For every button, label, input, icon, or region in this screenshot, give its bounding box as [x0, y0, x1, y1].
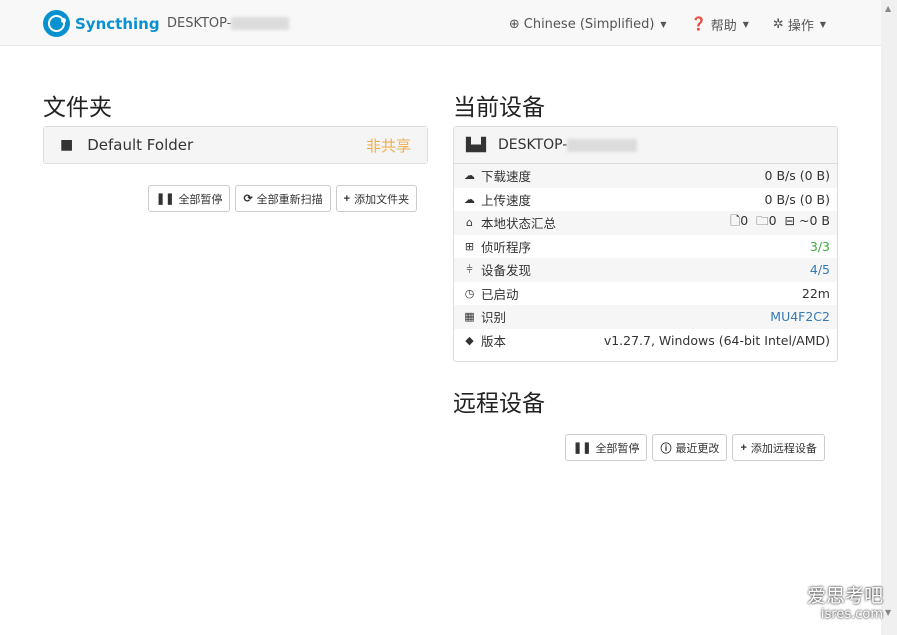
recent-changes-button[interactable]: ⓘ 最近更改	[652, 434, 728, 461]
plus-icon: +	[740, 441, 747, 454]
actions-label: 操作	[787, 19, 814, 34]
folders-title: 文件夹	[43, 95, 112, 121]
uptime-label: 已启动	[481, 286, 519, 302]
recent-changes-label: 最近更改	[675, 442, 720, 455]
listeners-value[interactable]: 3/3	[810, 239, 830, 254]
info-row-upload: ☁ 上传速度 0 B/s (0 B)	[454, 188, 837, 212]
pause-all-devices-button[interactable]: ❚❚ 全部暂停	[565, 434, 648, 461]
plus-icon: +	[343, 192, 351, 205]
local-files-count: 0	[740, 213, 749, 229]
folder-panel-header[interactable]: ■ Default Folder 非共享	[44, 127, 427, 163]
rescan-all-button[interactable]: ⟳ 全部重新扫描	[235, 185, 331, 212]
caret-down-icon: ▼	[742, 20, 749, 29]
nav-device-name: DESKTOP-	[167, 16, 290, 31]
this-device-name: DESKTOP-	[498, 137, 638, 153]
watermark: 爱思考吧 isres.com	[806, 585, 883, 622]
local-state-value: 🗋0 🗀0 ⊟ ~0 B	[730, 212, 830, 233]
scroll-up-icon[interactable]: ▲	[885, 4, 891, 13]
version-value: v1.27.7, Windows (64-bit Intel/AMD)	[603, 332, 830, 348]
gear-icon: ✲	[772, 17, 784, 32]
add-remote-device-label: 添加远程设备	[750, 442, 817, 455]
nav-device-name-text: DESKTOP-	[167, 16, 232, 31]
discovery-label: 设备发现	[481, 263, 532, 279]
info-circle-icon: ⓘ	[660, 442, 672, 455]
info-row-download: ☁ 下载速度 0 B/s (0 B)	[454, 164, 837, 188]
this-device-name-text: DESKTOP-	[498, 137, 568, 153]
upload-rate-value: 0 B/s (0 B)	[764, 191, 830, 207]
clock-icon: ◷	[464, 286, 475, 300]
this-device-header[interactable]: ▙▟ DESKTOP-	[454, 127, 837, 164]
folder-status: 非共享	[365, 136, 411, 155]
qrcode-icon: ▦	[464, 310, 475, 324]
question-icon: ❓	[690, 17, 707, 32]
watermark-line1: 爱思考吧	[806, 585, 883, 607]
syncthing-logo-icon	[43, 10, 70, 37]
caret-down-icon: ▼	[819, 20, 826, 29]
add-folder-label: 添加文件夹	[354, 193, 410, 206]
tag-icon: ◆	[465, 333, 474, 347]
info-row-identification: ▦ 识别 MU4F2C2	[454, 305, 837, 329]
caret-down-icon: ▼	[660, 20, 667, 29]
info-row-local-state: ⌂ 本地状态汇总 🗋0 🗀0 ⊟ ~0 B	[454, 211, 837, 235]
globe-icon: ⊕	[508, 17, 520, 32]
nav-menu: ⊕ Chinese (Simplified) ▼ ❓ 帮助 ▼ ✲ 操作 ▼	[509, 15, 826, 34]
info-row-discovery: ⫩ 设备发现 4/5	[454, 258, 837, 282]
remote-device-actions: ❚❚ 全部暂停 ⓘ 最近更改 + 添加远程设备	[565, 434, 825, 461]
folder-actions: ❚❚ 全部暂停 ⟳ 全部重新扫描 + 添加文件夹	[148, 185, 418, 212]
page-scrollbar[interactable]: ▲ ▼	[881, 0, 897, 635]
identification-value[interactable]: MU4F2C2	[770, 309, 830, 324]
help-dropdown[interactable]: ❓ 帮助 ▼	[691, 15, 749, 34]
uptime-value: 22m	[801, 285, 830, 301]
actions-dropdown[interactable]: ✲ 操作 ▼	[773, 15, 826, 34]
identification-label: 识别	[481, 310, 507, 326]
folder-icon: ■	[60, 137, 74, 153]
add-folder-button[interactable]: + 添加文件夹	[335, 185, 418, 212]
cloud-upload-icon: ☁	[464, 192, 475, 206]
refresh-icon: ⟳	[243, 193, 253, 205]
local-state-label: 本地状态汇总	[481, 216, 557, 232]
language-dropdown[interactable]: ⊕ Chinese (Simplified) ▼	[509, 15, 667, 34]
rescan-all-label: 全部重新扫描	[256, 193, 323, 206]
download-rate-value: 0 B/s (0 B)	[764, 168, 830, 184]
folder-outline-icon: 🗀	[756, 213, 769, 229]
info-row-uptime: ◷ 已启动 22m	[454, 282, 837, 306]
upload-rate-label: 上传速度	[481, 192, 532, 208]
info-row-listeners: ⊞ 侦听程序 3/3	[454, 235, 837, 259]
folder-panel[interactable]: ■ Default Folder 非共享	[43, 126, 428, 164]
this-device-title: 当前设备	[453, 95, 545, 121]
listeners-label: 侦听程序	[481, 239, 532, 255]
pause-all-folders-button[interactable]: ❚❚ 全部暂停	[148, 185, 231, 212]
help-label: 帮助	[710, 19, 737, 34]
home-icon: ⌂	[466, 216, 473, 230]
local-dirs-count: 0	[768, 213, 777, 229]
download-rate-label: 下载速度	[481, 169, 532, 185]
watermark-line2: isres.com	[820, 607, 883, 622]
version-label: 版本	[481, 333, 507, 349]
sitemap-icon: ⊞	[464, 239, 475, 253]
pause-icon: ❚❚	[156, 193, 175, 205]
pause-icon: ❚❚	[573, 442, 592, 454]
brand-logo[interactable]: Syncthing	[43, 10, 160, 37]
pause-all-label: 全部暂停	[178, 193, 223, 206]
this-device-panel: ▙▟ DESKTOP- ☁ 下载速度 0 B/s (0 B) ☁ 上传速度 0 B/…	[453, 126, 838, 362]
redacted-block	[567, 138, 638, 152]
device-icon: ▙▟	[466, 137, 486, 153]
scroll-down-icon[interactable]: ▼	[885, 608, 891, 617]
language-label: Chinese (Simplified)	[523, 17, 655, 32]
folder-name: Default Folder	[87, 136, 194, 154]
add-remote-device-button[interactable]: + 添加远程设备	[732, 434, 825, 461]
file-icon: 🗋	[730, 213, 741, 229]
hdd-icon: ⊟	[784, 213, 796, 229]
signpost-icon: ⫩	[466, 262, 473, 276]
brand-name: Syncthing	[75, 14, 160, 33]
navbar: Syncthing DESKTOP- ⊕ Chinese (Simplified…	[0, 0, 881, 46]
info-row-version: ◆ 版本 v1.27.7, Windows (64-bit Intel/AMD)	[454, 329, 837, 353]
device-info-list: ☁ 下载速度 0 B/s (0 B) ☁ 上传速度 0 B/s (0 B) ⌂ 本地状…	[454, 164, 837, 352]
discovery-value[interactable]: 4/5	[810, 262, 830, 277]
local-size: ~0 B	[799, 213, 830, 229]
remote-devices-title: 远程设备	[453, 391, 545, 417]
cloud-download-icon: ☁	[464, 169, 475, 183]
redacted-block	[231, 17, 290, 30]
pause-all-devices-label: 全部暂停	[595, 442, 640, 455]
